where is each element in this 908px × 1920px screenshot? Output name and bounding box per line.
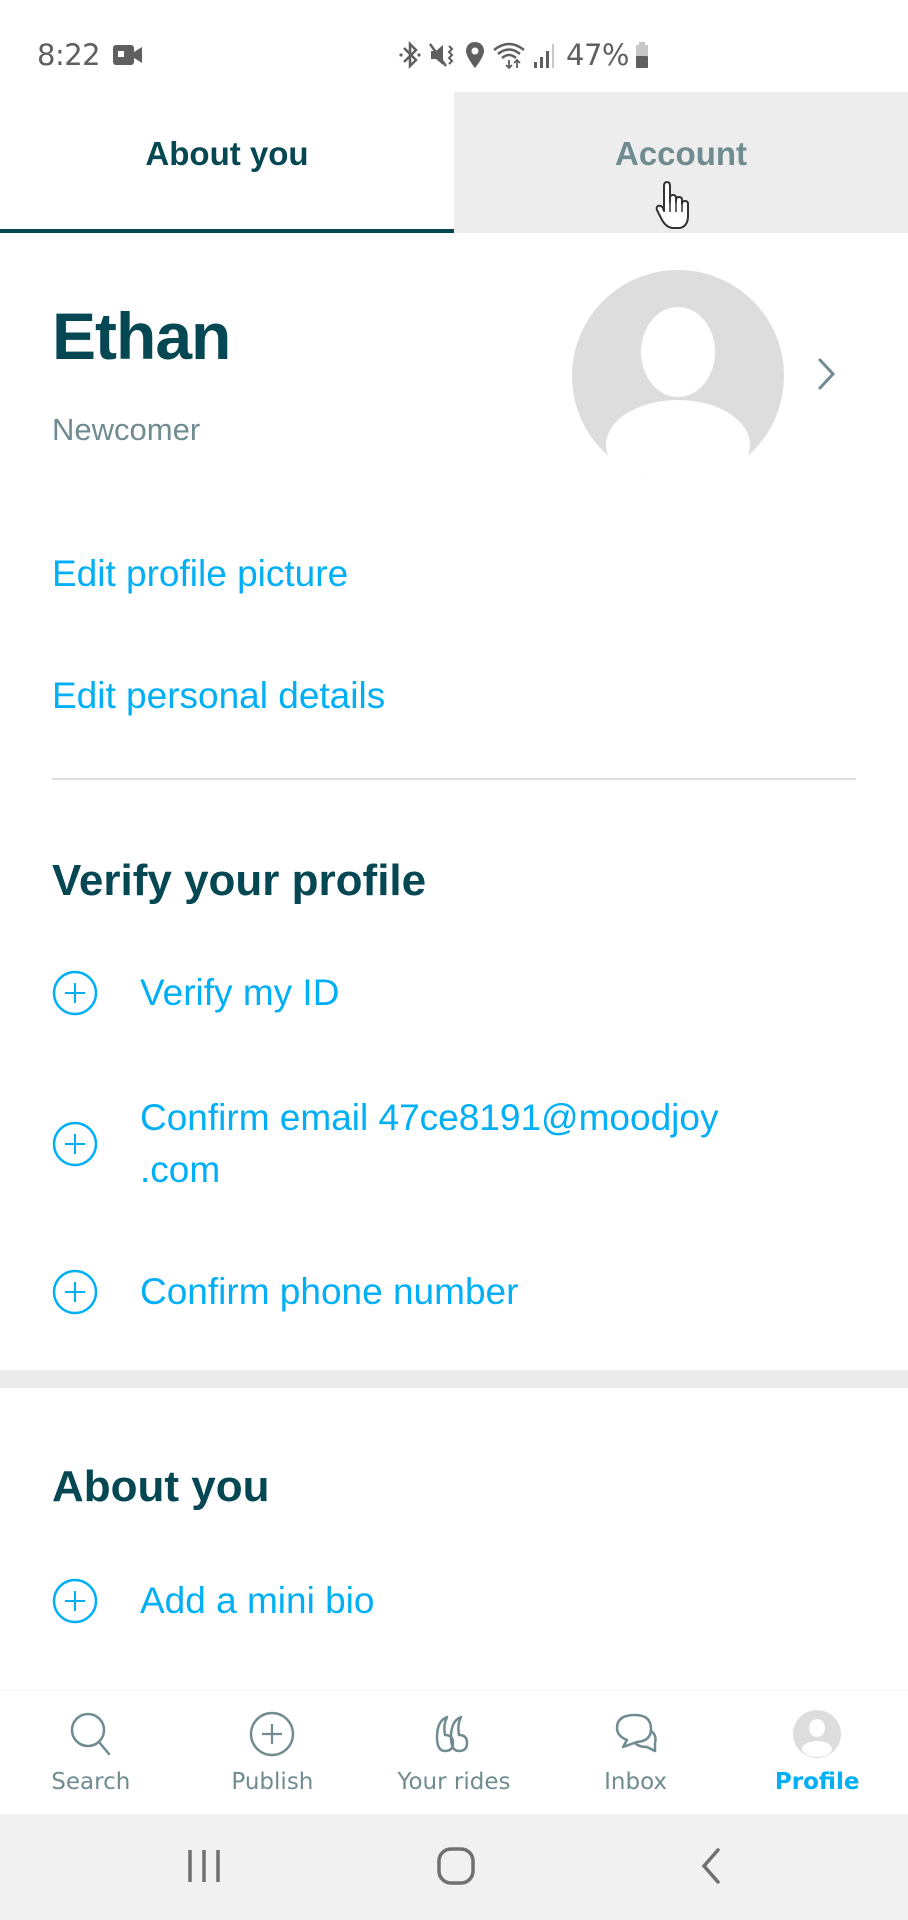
divider — [52, 778, 856, 780]
confirm-phone-label: Confirm phone number — [140, 1271, 519, 1312]
nav-publish-label: Publish — [231, 1769, 314, 1795]
nav-inbox[interactable]: Inbox — [545, 1691, 727, 1814]
nav-profile[interactable]: Profile — [726, 1691, 908, 1814]
recent-apps-icon[interactable] — [184, 1844, 224, 1888]
nav-search-label: Search — [51, 1769, 131, 1795]
verify-id-item[interactable]: Verify my ID — [52, 967, 852, 1019]
wifi-icon — [493, 42, 525, 70]
tab-account-label: Account — [615, 134, 747, 172]
status-icons: 47% — [398, 38, 649, 72]
nav-publish[interactable]: Publish — [182, 1691, 364, 1814]
about-section-title: About you — [52, 1462, 270, 1511]
profile-name: Ethan — [52, 299, 231, 373]
profile-tabs: About you Account — [0, 92, 908, 233]
bottom-navigation: Search Publish Your rides Inbox Profile — [0, 1690, 908, 1814]
plus-circle-icon — [250, 1711, 295, 1757]
bluetooth-icon — [399, 40, 421, 70]
home-icon[interactable] — [434, 1844, 478, 1888]
edit-personal-details-link[interactable]: Edit personal details — [52, 675, 385, 717]
nav-search[interactable]: Search — [0, 1691, 182, 1814]
battery-icon — [635, 42, 648, 68]
nav-your-rides-label: Your rides — [397, 1769, 511, 1795]
avatar[interactable] — [572, 270, 784, 482]
confirm-email-label: Confirm email 47ce8191@moodjoy .com — [140, 1097, 719, 1190]
search-icon — [70, 1712, 111, 1756]
plus-circle-icon — [52, 1269, 98, 1315]
chat-bubbles-icon — [615, 1713, 657, 1753]
verify-section-title: Verify your profile — [52, 856, 427, 905]
add-mini-bio-item[interactable]: Add a mini bio — [52, 1575, 852, 1627]
nav-inbox-label: Inbox — [604, 1769, 668, 1795]
nav-your-rides[interactable]: Your rides — [363, 1691, 545, 1814]
battery-percent: 47% — [566, 38, 629, 72]
verify-id-label: Verify my ID — [140, 972, 340, 1013]
status-bar: 8:22 47% — [0, 0, 908, 92]
avatar-placeholder-icon — [606, 307, 750, 482]
experience-level: Newcomer — [52, 412, 201, 447]
back-icon[interactable] — [696, 1844, 726, 1888]
edit-profile-picture-link[interactable]: Edit profile picture — [52, 553, 348, 595]
video-camera-icon — [113, 45, 142, 65]
system-navigation-bar — [0, 1814, 908, 1920]
section-separator — [0, 1370, 908, 1388]
profile-avatar-icon — [793, 1710, 842, 1758]
location-icon — [466, 42, 484, 68]
add-mini-bio-label: Add a mini bio — [140, 1580, 375, 1621]
tab-about-you-label: About you — [145, 134, 309, 172]
plus-circle-icon — [52, 970, 98, 1016]
confirm-phone-item[interactable]: Confirm phone number — [52, 1266, 852, 1318]
confirm-email-item[interactable]: Confirm email 47ce8191@moodjoy .com — [52, 1092, 852, 1196]
signal-icon — [534, 44, 554, 68]
plus-circle-icon — [52, 1121, 98, 1167]
hand-cursor-icon — [655, 181, 689, 229]
status-time: 8:22 — [37, 38, 101, 72]
tab-about-you[interactable]: About you — [0, 92, 454, 233]
plus-circle-icon — [52, 1578, 98, 1624]
nav-profile-label: Profile — [774, 1769, 860, 1795]
mute-vibrate-icon — [428, 43, 454, 67]
chevron-right-icon[interactable] — [816, 356, 838, 392]
rides-icon — [435, 1715, 469, 1753]
